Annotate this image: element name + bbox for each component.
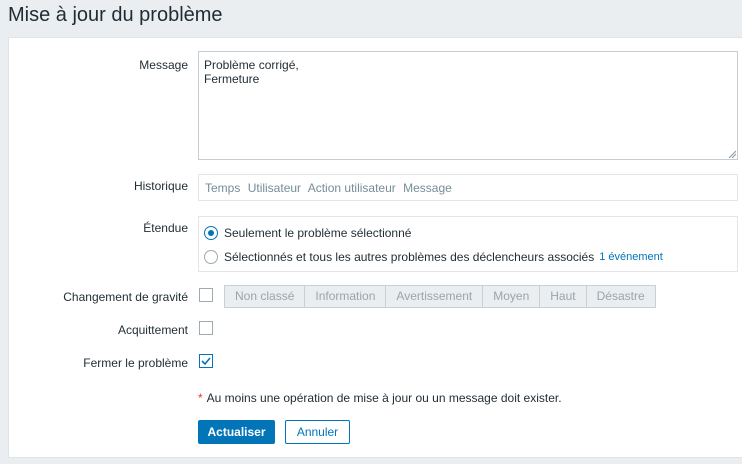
message-label: Message	[139, 58, 188, 72]
history-column-time: Temps	[205, 181, 241, 195]
ack-checkbox[interactable]	[199, 321, 213, 335]
scope-option-label: Sélectionnés et tous les autres problème…	[224, 250, 595, 264]
severity-warning[interactable]: Avertissement	[386, 286, 484, 307]
severity-selector: Non classé Information Avertissement Moy…	[224, 285, 656, 308]
ack-label: Acquittement	[117, 323, 188, 337]
severity-average[interactable]: Moyen	[483, 286, 541, 307]
scope-option-label: Seulement le problème sélectionné	[224, 226, 412, 240]
close-problem-checkbox[interactable]	[199, 354, 213, 368]
message-textarea[interactable]: Problème corrigé, Fermeture	[198, 51, 738, 160]
close-problem-label: Fermer le problème	[83, 356, 188, 370]
scope-option-selected-only[interactable]: Seulement le problème sélectionné	[204, 226, 411, 240]
scope-option-related[interactable]: Sélectionnés et tous les autres problème…	[204, 250, 663, 264]
required-marker: *	[198, 391, 203, 405]
checkmark-icon	[201, 357, 211, 366]
history-column-user: Utilisateur	[247, 181, 302, 195]
history-label: Historique	[133, 179, 188, 193]
history-column-message: Message	[403, 181, 452, 195]
radio-unselected-icon[interactable]	[204, 250, 218, 264]
cancel-button[interactable]: Annuler	[285, 420, 350, 444]
required-note: * Au moins une opération de mise à jour o…	[198, 391, 562, 405]
severity-information[interactable]: Information	[305, 286, 387, 307]
scope-options: Seulement le problème sélectionné Sélect…	[198, 216, 738, 272]
scope-label: Étendue	[143, 221, 188, 235]
history-column-action: Action utilisateur	[307, 181, 396, 195]
severity-change-checkbox[interactable]	[199, 288, 213, 302]
severity-disaster[interactable]: Désastre	[586, 286, 655, 307]
radio-selected-icon[interactable]	[204, 226, 218, 240]
dialog-title: Mise à jour du problème	[8, 4, 223, 26]
update-button[interactable]: Actualiser	[198, 420, 275, 444]
severity-change-label: Changement de gravité	[63, 290, 188, 304]
event-count-link[interactable]: 1 événement	[599, 251, 663, 263]
required-note-text: Au moins une opération de mise à jour ou…	[206, 391, 562, 405]
severity-not-classified[interactable]: Non classé	[225, 286, 306, 307]
severity-high[interactable]: Haut	[540, 286, 587, 307]
resize-handle-icon[interactable]	[728, 150, 736, 158]
history-table: Temps Utilisateur Action utilisateur Mes…	[198, 174, 738, 201]
